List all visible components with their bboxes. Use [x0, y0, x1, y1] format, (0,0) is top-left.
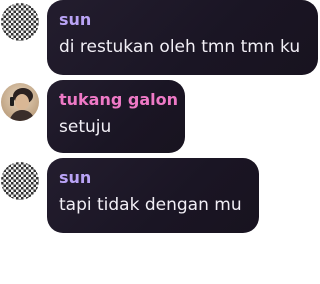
- chat-log: sun di restukan oleh tmn tmn ku tukang g…: [0, 0, 320, 284]
- message-text: di restukan oleh tmn tmn ku: [59, 37, 301, 57]
- checker-pattern-avatar-icon[interactable]: [1, 162, 39, 200]
- message-bubble: sun di restukan oleh tmn tmn ku: [47, 0, 318, 75]
- message-bubble: tukang galon setuju: [47, 80, 185, 153]
- message-bubble: sun tapi tidak dengan mu: [47, 158, 259, 233]
- checker-pattern-avatar-icon[interactable]: [1, 3, 39, 41]
- username[interactable]: sun: [59, 168, 91, 187]
- username[interactable]: tukang galon: [59, 90, 178, 109]
- message-text: setuju: [59, 117, 112, 137]
- username[interactable]: sun: [59, 10, 91, 29]
- photo-avatar[interactable]: [1, 83, 39, 121]
- message-text: tapi tidak dengan mu: [59, 195, 242, 215]
